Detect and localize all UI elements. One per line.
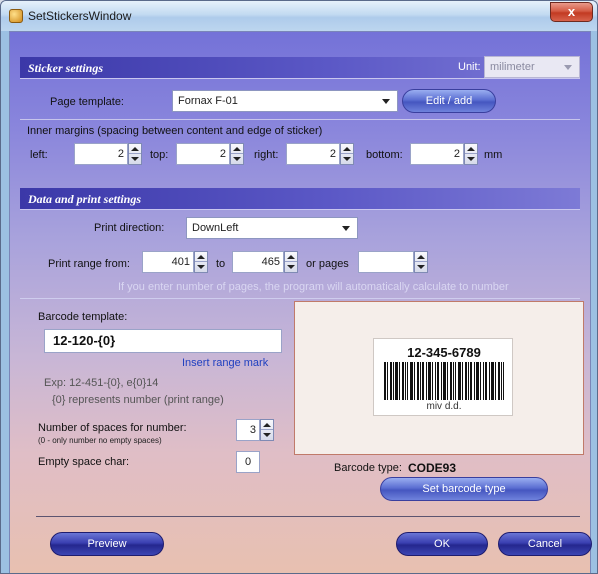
to-label: to: [216, 258, 226, 270]
spaces-hint: (0 - only number no empty spaces): [38, 436, 162, 445]
title-bar: SetStickersWindow x: [1, 1, 597, 31]
spin-up-icon[interactable]: [231, 144, 243, 154]
barcode-caption: miv d.d.: [426, 401, 462, 412]
right-margin-label: right:: [254, 149, 279, 161]
chevron-down-icon: [342, 226, 350, 231]
empty-char-input[interactable]: 0: [236, 451, 260, 473]
range-from-spinner[interactable]: [194, 251, 208, 273]
unit-select-value: milimeter: [490, 61, 535, 73]
right-margin-spinner[interactable]: [340, 143, 354, 165]
barcode-bars: [384, 362, 504, 400]
spaces-spinner[interactable]: [260, 419, 274, 441]
spin-down-icon[interactable]: [261, 430, 273, 440]
barcode-number: 12-345-6789: [407, 345, 481, 360]
page-template-select[interactable]: Fornax F-01: [172, 90, 398, 112]
spin-up-icon[interactable]: [465, 144, 477, 154]
barcode-template-label: Barcode template:: [38, 311, 128, 323]
mm-label: mm: [484, 149, 503, 161]
left-margin-input[interactable]: 2: [74, 143, 128, 165]
preview-button[interactable]: Preview: [50, 532, 164, 556]
left-margin-spinner[interactable]: [128, 143, 142, 165]
pages-input[interactable]: [358, 251, 414, 273]
spin-up-icon[interactable]: [415, 252, 427, 262]
left-margin-label: left:: [30, 149, 48, 161]
spaces-input[interactable]: 3: [236, 419, 260, 441]
empty-char-label: Empty space char:: [38, 456, 130, 468]
top-margin-spinner[interactable]: [230, 143, 244, 165]
top-margin-label: top:: [150, 149, 169, 161]
spin-down-icon[interactable]: [465, 154, 477, 164]
dialog-body: Sticker settings Unit: milimeter Page te…: [9, 31, 592, 573]
barcode-card: 12-345-6789 miv d.d.: [373, 338, 513, 416]
set-stickers-window: SetStickersWindow x Sticker settings Uni…: [0, 0, 598, 574]
spaces-label: Number of spaces for number:: [38, 422, 187, 434]
bottom-margin-input[interactable]: 2: [410, 143, 464, 165]
top-margin-input[interactable]: 2: [176, 143, 230, 165]
chevron-down-icon: [382, 99, 390, 104]
print-direction-select[interactable]: DownLeft: [186, 217, 358, 239]
chevron-down-icon: [564, 65, 572, 70]
pages-hint: If you enter number of pages, the progra…: [118, 281, 509, 293]
example-explanation: {0} represents number (print range): [52, 394, 224, 406]
spin-down-icon[interactable]: [285, 262, 297, 272]
right-margin-input[interactable]: 2: [286, 143, 340, 165]
close-button[interactable]: x: [550, 2, 593, 22]
example-text: Exp: 12-451-{0}, e{0}14: [44, 377, 159, 389]
unit-label: Unit:: [458, 61, 481, 73]
spin-down-icon[interactable]: [415, 262, 427, 272]
page-template-value: Fornax F-01: [178, 95, 238, 107]
print-direction-label: Print direction:: [94, 222, 165, 234]
set-barcode-type-button[interactable]: Set barcode type: [380, 477, 548, 501]
barcode-preview: 12-345-6789 miv d.d.: [294, 301, 584, 455]
spin-down-icon[interactable]: [231, 154, 243, 164]
bottom-margin-spinner[interactable]: [464, 143, 478, 165]
margins-caption: Inner margins (spacing between content a…: [27, 125, 323, 137]
range-to-input[interactable]: 465: [232, 251, 284, 273]
range-to-spinner[interactable]: [284, 251, 298, 273]
sticker-settings-title: Sticker settings: [28, 61, 104, 75]
divider: [20, 119, 580, 120]
spin-up-icon[interactable]: [285, 252, 297, 262]
divider: [36, 516, 580, 517]
print-range-label: Print range from:: [48, 258, 130, 270]
data-print-header: Data and print settings: [20, 188, 580, 210]
spin-down-icon[interactable]: [341, 154, 353, 164]
window-title: SetStickersWindow: [28, 9, 132, 23]
divider: [20, 298, 580, 299]
pages-spinner[interactable]: [414, 251, 428, 273]
spin-up-icon[interactable]: [341, 144, 353, 154]
unit-select[interactable]: milimeter: [484, 56, 580, 78]
spin-up-icon[interactable]: [129, 144, 141, 154]
barcode-type-value: CODE93: [408, 461, 457, 475]
spin-up-icon[interactable]: [261, 420, 273, 430]
cancel-button[interactable]: Cancel: [498, 532, 592, 556]
barcode-template-input[interactable]: 12-120-{0}: [44, 329, 282, 353]
spin-up-icon[interactable]: [195, 252, 207, 262]
print-direction-value: DownLeft: [192, 222, 239, 234]
spin-down-icon[interactable]: [129, 154, 141, 164]
bottom-margin-label: bottom:: [366, 149, 403, 161]
range-from-input[interactable]: 401: [142, 251, 194, 273]
ok-button[interactable]: OK: [396, 532, 488, 556]
or-pages-label: or pages: [306, 258, 349, 270]
insert-range-mark-link[interactable]: Insert range mark: [182, 357, 268, 369]
spin-down-icon[interactable]: [195, 262, 207, 272]
edit-add-button[interactable]: Edit / add: [402, 89, 496, 113]
data-print-title: Data and print settings: [28, 192, 142, 206]
app-icon: [9, 9, 23, 23]
page-template-label: Page template:: [50, 96, 124, 108]
barcode-type-label: Barcode type:: [334, 462, 402, 474]
